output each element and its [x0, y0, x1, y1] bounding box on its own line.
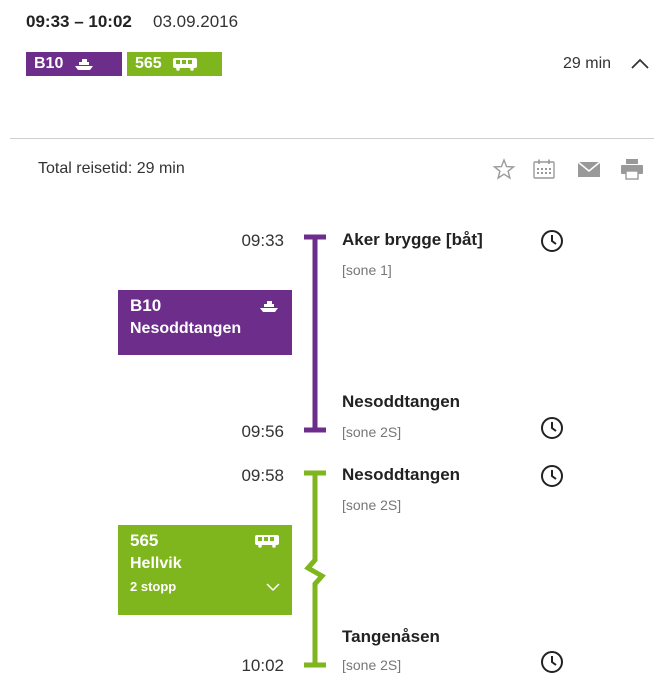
print-icon[interactable]: [620, 158, 644, 180]
leg-stop-count: 2 stopp: [130, 579, 177, 594]
stop-zone: [sone 1]: [342, 262, 392, 278]
stop-name: Aker brygge [båt]: [342, 230, 483, 249]
leg-line-number: 565: [130, 531, 159, 550]
stop-name: Nesoddtangen: [342, 392, 461, 411]
arrival-time: 10:02: [241, 656, 284, 675]
trip-time-range: 09:33 – 10:02: [26, 12, 132, 31]
leg-destination: Nesoddtangen: [130, 320, 242, 337]
stop-name: Tangenåsen: [342, 627, 440, 646]
leg-timeline: [304, 234, 326, 668]
mail-icon[interactable]: [577, 158, 601, 180]
ferry-icon: [75, 59, 94, 70]
chevron-up-icon[interactable]: [630, 57, 650, 71]
star-icon[interactable]: [492, 158, 516, 180]
line-badge-label: 565: [135, 55, 162, 72]
stop-zone: [sone 2S]: [342, 497, 402, 513]
clock-icon[interactable]: [540, 464, 564, 488]
clock-icon[interactable]: [540, 650, 564, 674]
leg-line-number: B10: [130, 296, 162, 315]
stop-zone: [sone 2S]: [342, 657, 402, 673]
arrival-time: 09:56: [241, 422, 284, 441]
bus-icon: [255, 535, 279, 548]
line-badge-label: B10: [34, 55, 64, 72]
leg-card-b10[interactable]: B10 Nesoddtangen: [118, 290, 292, 355]
leg-destination: Hellvik: [130, 555, 182, 572]
chevron-down-icon[interactable]: [266, 582, 280, 592]
total-travel-time: Total reisetid: 29 min: [38, 160, 185, 177]
ferry-icon: [260, 301, 278, 312]
clock-icon[interactable]: [540, 229, 564, 253]
leg-card-565[interactable]: 565 Hellvik 2 stopp: [118, 525, 292, 615]
calendar-icon[interactable]: [532, 158, 556, 180]
stop-name: Nesoddtangen: [342, 465, 461, 484]
trip-date: 03.09.2016: [153, 12, 239, 31]
bus-icon: [172, 58, 197, 71]
line-badge-565: 565: [127, 52, 222, 76]
clock-icon[interactable]: [540, 416, 564, 440]
departure-time: 09:58: [241, 466, 284, 485]
divider: [10, 138, 654, 139]
stop-zone: [sone 2S]: [342, 424, 402, 440]
line-badge-b10: B10: [26, 52, 122, 76]
trip-duration: 29 min: [563, 55, 612, 72]
departure-time: 09:33: [241, 231, 284, 250]
